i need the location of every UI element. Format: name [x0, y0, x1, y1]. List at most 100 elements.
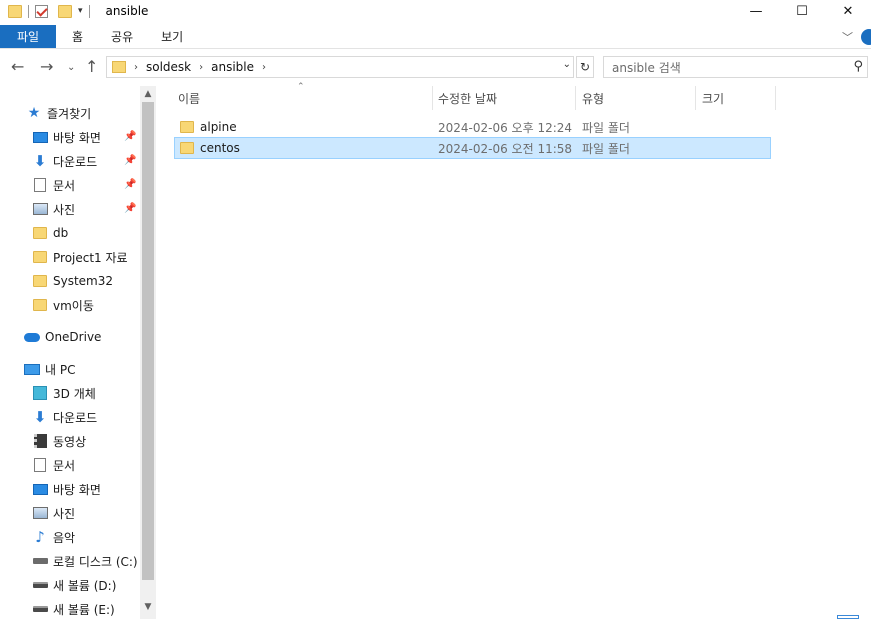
sidebar-item-label: 문서: [53, 458, 76, 473]
sidebar-item-onedrive[interactable]: OneDrive: [24, 327, 101, 347]
download-icon: ⬇: [33, 152, 47, 170]
sidebar-item-volume-d[interactable]: 새 볼륨 (D:): [32, 575, 116, 595]
sidebar-item-pc-pictures[interactable]: 사진: [32, 503, 75, 523]
drive-icon: [32, 601, 48, 617]
window-controls: — ☐ ✕: [733, 0, 871, 22]
sidebar-item-label: System32: [53, 274, 114, 288]
sidebar-item-pc-downloads[interactable]: ⬇ 다운로드: [32, 407, 97, 427]
3d-objects-icon: [32, 385, 48, 401]
music-icon: ♪: [35, 528, 45, 546]
sidebar-item-label: 동영상: [53, 434, 87, 449]
minimize-button[interactable]: —: [733, 0, 779, 22]
refresh-button[interactable]: ↻: [576, 56, 594, 78]
column-header-size[interactable]: 크기: [702, 86, 724, 110]
sidebar-item-project1[interactable]: Project1 자료: [32, 247, 128, 267]
sidebar-item-pictures[interactable]: 사진: [32, 199, 75, 219]
file-row-selected[interactable]: centos 2024-02-06 오전 11:58 파일 폴더: [174, 137, 771, 159]
help-icon[interactable]: [861, 29, 871, 45]
column-divider[interactable]: [575, 86, 576, 110]
sidebar-item-label: Project1 자료: [53, 250, 128, 265]
quick-access-item[interactable]: ★ 즐겨찾기: [26, 103, 91, 123]
sidebar-item-label: 로컬 디스크 (C:): [53, 554, 138, 569]
folder-icon: [32, 273, 48, 289]
sidebar-item-label: vm이동: [53, 298, 94, 313]
sidebar-item-label: 다운로드: [53, 410, 98, 425]
recent-locations-chevron-icon[interactable]: ⌄: [67, 62, 75, 73]
column-divider[interactable]: [775, 86, 776, 110]
breadcrumb-ansible[interactable]: ansible: [211, 60, 254, 74]
sidebar-item-label: 사진: [53, 202, 76, 217]
file-name: alpine: [200, 120, 237, 134]
breadcrumb-chevron-icon[interactable]: ›: [262, 62, 266, 73]
tab-file[interactable]: 파일: [0, 25, 56, 48]
tab-home[interactable]: 홈: [58, 25, 97, 48]
back-arrow-icon[interactable]: ←: [11, 57, 24, 76]
search-input[interactable]: ansible 검색 ⚲: [603, 56, 868, 78]
sidebar-item-this-pc[interactable]: 내 PC: [24, 359, 75, 379]
customize-toolbar-chevron-icon[interactable]: ▾: [78, 6, 83, 16]
pin-icon[interactable]: 📌: [124, 203, 136, 214]
folder-icon[interactable]: [8, 4, 22, 18]
title-bar: ▾ ansible — ☐ ✕: [0, 0, 871, 22]
file-date: 2024-02-06 오전 11:58: [438, 141, 573, 156]
breadcrumb-soldesk[interactable]: soldesk: [146, 60, 191, 74]
search-icon[interactable]: ⚲: [853, 59, 863, 74]
sidebar-item-label: 새 볼륨 (E:): [53, 602, 115, 617]
properties-icon[interactable]: [35, 4, 48, 18]
sidebar-item-local-disk-c[interactable]: 로컬 디스크 (C:): [32, 551, 138, 571]
tab-share[interactable]: 공유: [97, 25, 147, 48]
pin-icon[interactable]: 📌: [124, 179, 136, 190]
picture-icon: [32, 201, 48, 217]
sidebar-item-3d-objects[interactable]: 3D 개체: [32, 383, 96, 403]
onedrive-cloud-icon: [24, 329, 40, 345]
column-divider[interactable]: [432, 86, 433, 110]
sidebar-item-videos[interactable]: 동영상: [32, 431, 86, 451]
pin-icon[interactable]: 📌: [124, 131, 136, 142]
sidebar-item-desktop[interactable]: 바탕 화면: [32, 127, 101, 147]
column-header-type[interactable]: 유형: [582, 86, 604, 110]
address-dropdown-chevron-icon[interactable]: ⌄: [563, 59, 571, 70]
forward-arrow-icon[interactable]: →: [40, 57, 53, 76]
sidebar-item-documents[interactable]: 문서: [32, 175, 75, 195]
file-date: 2024-02-06 오후 12:24: [438, 120, 573, 135]
maximize-button[interactable]: ☐: [779, 0, 825, 22]
new-folder-icon[interactable]: [58, 4, 72, 18]
ribbon-right-controls: ﹀: [842, 29, 871, 45]
breadcrumb-chevron-icon[interactable]: ›: [134, 62, 138, 73]
desktop-icon: [32, 481, 48, 497]
scrollbar-thumb[interactable]: [142, 102, 154, 580]
drive-icon: [32, 577, 48, 593]
tab-view[interactable]: 보기: [147, 25, 197, 48]
folder-icon: [32, 225, 48, 241]
details-view-toggle-icon[interactable]: [837, 615, 859, 619]
column-header-date[interactable]: 수정한 날짜: [438, 86, 497, 110]
column-divider[interactable]: [695, 86, 696, 110]
file-type: 파일 폴더: [582, 141, 630, 156]
sidebar-item-db[interactable]: db: [32, 223, 68, 243]
chevron-down-icon[interactable]: ﹀: [842, 29, 853, 45]
file-name: centos: [200, 141, 240, 155]
sidebar-item-pc-desktop[interactable]: 바탕 화면: [32, 479, 101, 499]
sidebar-item-music[interactable]: ♪ 음악: [32, 527, 75, 547]
up-arrow-icon[interactable]: ↑: [85, 57, 98, 76]
sidebar-item-downloads[interactable]: ⬇ 다운로드: [32, 151, 97, 171]
close-button[interactable]: ✕: [825, 0, 871, 22]
sidebar-item-pc-documents[interactable]: 문서: [32, 455, 75, 475]
breadcrumb-chevron-icon[interactable]: ›: [199, 62, 203, 73]
sidebar-scrollbar[interactable]: ▲ ▼: [140, 86, 156, 619]
address-bar[interactable]: › soldesk › ansible › ⌄: [106, 56, 574, 78]
video-icon: [32, 433, 48, 449]
document-icon: [32, 177, 48, 193]
sidebar-item-vm-move[interactable]: vm이동: [32, 295, 94, 315]
column-header-name[interactable]: 이름: [178, 86, 200, 110]
sidebar-item-system32[interactable]: System32: [32, 271, 113, 291]
pin-icon[interactable]: 📌: [124, 155, 136, 166]
sidebar-item-label: 문서: [53, 178, 76, 193]
search-placeholder: ansible 검색: [612, 60, 681, 75]
file-row[interactable]: alpine 2024-02-06 오후 12:24 파일 폴더: [174, 116, 771, 138]
download-icon: ⬇: [33, 408, 47, 426]
scroll-up-icon[interactable]: ▲: [140, 87, 156, 101]
sidebar-item-volume-e[interactable]: 새 볼륨 (E:): [32, 599, 115, 619]
scroll-down-icon[interactable]: ▼: [140, 600, 156, 614]
document-icon: [32, 457, 48, 473]
